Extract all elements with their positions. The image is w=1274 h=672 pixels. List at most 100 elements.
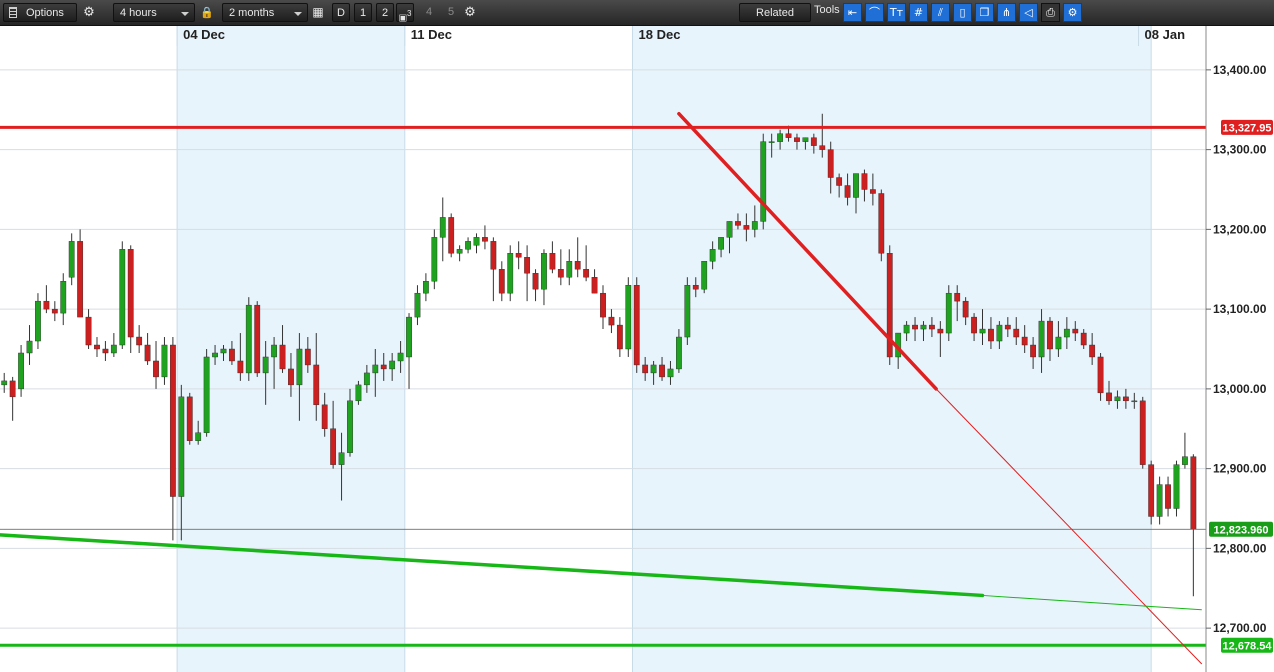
range-1-label: 1 xyxy=(359,7,367,19)
chart-settings-gear-icon[interactable]: ⚙ xyxy=(463,3,477,22)
candle-body-2 xyxy=(18,352,24,390)
candle-body-124 xyxy=(1047,320,1053,350)
candle-body-137 xyxy=(1156,484,1163,517)
related-button[interactable]: Related xyxy=(739,3,811,22)
curve-icon[interactable]: ⌒ xyxy=(865,3,884,22)
settings-gear-icon[interactable]: ⚙ xyxy=(82,3,96,22)
candle-icon[interactable]: ▯ xyxy=(953,3,972,22)
candle-body-85 xyxy=(718,237,724,250)
pitchfork-icon[interactable]: ⋔ xyxy=(997,3,1016,22)
candle-body-104 xyxy=(878,193,885,254)
candle-body-27 xyxy=(229,348,235,362)
candle-body-59 xyxy=(498,269,505,294)
candle-body-99 xyxy=(836,177,843,186)
range-select[interactable]: 2 months xyxy=(222,3,308,22)
price-tag-support-label: 12,678.54 xyxy=(1223,640,1273,652)
calendar-icon[interactable]: ▦ xyxy=(311,3,325,22)
range-2-button[interactable]: 2 xyxy=(376,3,394,22)
candle-body-50 xyxy=(422,281,429,294)
candle-body-43 xyxy=(363,372,370,386)
candle-body-15 xyxy=(127,249,134,338)
date-label-0: 04 Dec xyxy=(183,27,225,42)
candle-body-82 xyxy=(692,284,699,290)
candle-body-66 xyxy=(557,269,564,278)
candle-body-75 xyxy=(633,284,640,366)
settings-icon[interactable]: ⚙ xyxy=(1063,3,1082,22)
range-5-label: 5 xyxy=(447,6,455,18)
candle-body-57 xyxy=(482,237,488,242)
price-tick-label-0: 13,400.00 xyxy=(1213,63,1267,77)
candle-body-16 xyxy=(136,336,143,346)
menu-icon xyxy=(9,7,17,18)
candle-body-62 xyxy=(524,257,530,274)
price-chart[interactable]: 04 Dec 11 Dec 18 Dec 08 Jan 13,400.00 13,300… xyxy=(0,26,1274,672)
candle-body-120 xyxy=(1013,328,1020,338)
label-icon[interactable]: ◁ xyxy=(1019,3,1038,22)
candle-body-67 xyxy=(566,261,573,278)
candle-body-128 xyxy=(1080,332,1087,346)
candle-body-36 xyxy=(304,348,311,366)
range-d-label: D xyxy=(337,7,345,19)
candle-body-109 xyxy=(920,324,927,330)
text-icon[interactable]: Tт xyxy=(887,3,906,22)
range-3-button[interactable]: ▣3 xyxy=(396,3,414,24)
candle-body-39 xyxy=(330,428,337,465)
candle-body-79 xyxy=(667,368,674,378)
copy-icon[interactable]: ❐ xyxy=(975,3,994,22)
candle-body-88 xyxy=(743,225,750,230)
candle-body-18 xyxy=(153,360,159,378)
range-value: 2 months xyxy=(229,7,275,19)
candle-body-103 xyxy=(869,189,876,194)
candle-body-7 xyxy=(60,281,67,314)
candle-body-91 xyxy=(768,141,775,143)
lock-icon[interactable]: 🔒 xyxy=(200,3,214,22)
calendar-small-icon: ▣ xyxy=(398,13,408,24)
interval-select[interactable]: 4 hours xyxy=(113,3,195,22)
candle-body-37 xyxy=(313,364,320,406)
candle-body-101 xyxy=(853,173,859,198)
candle-body-135 xyxy=(1139,400,1146,465)
chart-toolbar: Options ⚙ 4 hours 🔒 2 months ▦ D 1 2 ▣3 … xyxy=(0,0,1274,26)
candle-body-138 xyxy=(1165,484,1171,509)
grid-icon[interactable]: # xyxy=(909,3,928,22)
candle-body-140 xyxy=(1182,456,1188,465)
print-icon[interactable]: ⎙ xyxy=(1041,3,1060,22)
candle-body-81 xyxy=(684,284,691,338)
options-button[interactable]: Options xyxy=(3,3,77,22)
candle-body-46 xyxy=(389,360,396,370)
candle-body-86 xyxy=(726,221,733,238)
candle-body-118 xyxy=(996,324,1003,342)
candle-body-134 xyxy=(1131,400,1138,403)
candle-body-9 xyxy=(77,241,84,318)
candle-body-5 xyxy=(43,300,50,310)
range-d-button[interactable]: D xyxy=(332,3,350,22)
candle-body-72 xyxy=(608,316,615,326)
candle-body-77 xyxy=(650,364,657,374)
candle-body-38 xyxy=(321,404,328,429)
fibonacci-icon[interactable]: ⫽ xyxy=(931,3,950,22)
candle-body-83 xyxy=(701,261,708,290)
candle-body-28 xyxy=(237,360,244,374)
range-1-button[interactable]: 1 xyxy=(354,3,372,22)
related-label: Related xyxy=(756,7,794,19)
candle-body-12 xyxy=(102,348,109,354)
range-3-label: 3 xyxy=(407,9,412,18)
candle-body-48 xyxy=(406,316,412,358)
candle-body-96 xyxy=(810,137,817,146)
candle-body-3 xyxy=(26,340,33,354)
candle-body-127 xyxy=(1072,328,1079,334)
range-4-button[interactable]: 4 xyxy=(420,3,438,22)
candle-body-26 xyxy=(220,348,227,354)
range-4-label: 4 xyxy=(425,6,433,18)
price-tick-label-3: 13,100.00 xyxy=(1213,302,1267,316)
candle-body-112 xyxy=(945,292,952,334)
arrow-left-icon[interactable]: ⇤ xyxy=(843,3,862,22)
candle-body-34 xyxy=(288,368,294,386)
candle-body-61 xyxy=(515,253,522,258)
candle-body-129 xyxy=(1089,344,1096,358)
range-5-button[interactable]: 5 xyxy=(442,3,460,22)
price-tick-label-7: 12,700.00 xyxy=(1213,621,1267,635)
candle-body-60 xyxy=(507,253,514,294)
price-tag-resistance-label: 13,327.95 xyxy=(1223,122,1272,134)
candle-body-47 xyxy=(397,352,404,362)
